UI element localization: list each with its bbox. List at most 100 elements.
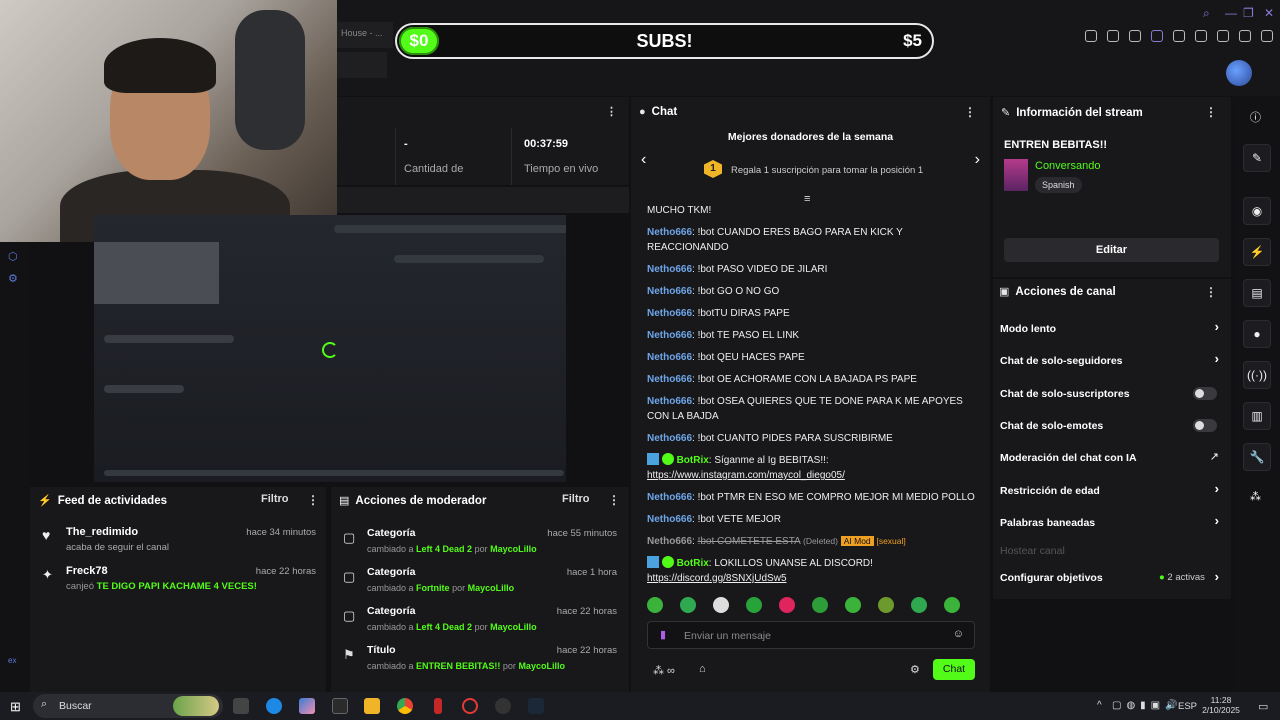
emote-icon[interactable]	[878, 597, 894, 613]
opera-icon[interactable]	[462, 698, 478, 714]
chat-username[interactable]: Netho666	[647, 396, 692, 407]
epic-games-icon[interactable]	[332, 698, 348, 714]
broadcast-icon[interactable]: ((·))	[1243, 361, 1271, 389]
chevron-right-icon[interactable]: ›	[1215, 351, 1219, 366]
zoom-icon[interactable]	[1085, 30, 1097, 42]
camera-icon[interactable]: ◉	[1243, 197, 1271, 225]
shield-icon[interactable]	[1151, 30, 1163, 42]
chat-username[interactable]: Netho666	[647, 374, 692, 385]
send-chat-button[interactable]: Chat	[933, 659, 975, 680]
edit-icon[interactable]: ✎	[1243, 144, 1271, 172]
heart-icon[interactable]	[1195, 30, 1207, 42]
language-indicator[interactable]: ESP	[1178, 701, 1197, 712]
channel-action-row[interactable]: Moderación del chat con IA ↗	[993, 450, 1231, 474]
chevron-right-icon[interactable]: ›	[1215, 481, 1219, 496]
mod-filter-button[interactable]: Filtro	[562, 493, 590, 505]
download-icon[interactable]	[1261, 30, 1273, 42]
chat-username[interactable]: Netho666	[647, 264, 692, 275]
mic-icon[interactable]: ▮	[660, 628, 666, 641]
netflix-icon[interactable]	[434, 698, 442, 714]
chat-input[interactable]: ▮ Enviar un mensaje ☺	[647, 621, 975, 649]
edge-icon[interactable]	[266, 698, 282, 714]
channel-action-row[interactable]: Chat de solo-suscriptores	[993, 386, 1231, 410]
channel-action-row[interactable]: Chat de solo-emotes	[993, 418, 1231, 442]
chevron-left-icon[interactable]: ‹	[641, 151, 646, 169]
chevron-right-icon[interactable]: ›	[975, 151, 980, 169]
copilot-icon[interactable]	[299, 698, 315, 714]
wrench-icon[interactable]: 🔧	[1243, 443, 1271, 471]
search-icon[interactable]: ⌕	[1203, 6, 1210, 21]
stream-category[interactable]: Conversando	[1035, 160, 1100, 172]
chat-username[interactable]: Netho666	[647, 227, 692, 238]
external-link-icon[interactable]: ↗	[1210, 450, 1219, 463]
emoji-icon[interactable]: ☺	[953, 628, 964, 640]
chrome-icon[interactable]	[397, 698, 413, 714]
goals-button[interactable]: Configurar objetivos	[1000, 572, 1103, 584]
chevron-right-icon[interactable]: ›	[1215, 513, 1219, 528]
chat-username[interactable]: Netho666	[647, 433, 692, 444]
more-options-icon[interactable]: ⋮	[307, 493, 319, 507]
chat-username[interactable]: Netho666	[647, 330, 692, 341]
clock[interactable]: 11:28 2/10/2025	[1202, 695, 1240, 715]
edit-button[interactable]: Editar	[1004, 238, 1219, 262]
channel-action-row[interactable]: Modo lento ›	[993, 319, 1231, 345]
emote-icon[interactable]	[680, 597, 696, 613]
close-icon[interactable]: ✕	[1264, 6, 1274, 20]
kick-icon[interactable]: ⁂	[1250, 490, 1261, 503]
chevron-right-icon[interactable]: ›	[1215, 319, 1219, 334]
emote-icon[interactable]	[779, 597, 795, 613]
chevron-right-icon[interactable]: ›	[1215, 569, 1219, 584]
feed-filter-button[interactable]: Filtro	[261, 493, 289, 505]
lightning-icon[interactable]: ⚡	[1243, 238, 1271, 266]
more-options-icon[interactable]: ⋮	[964, 105, 976, 119]
kick-logo-icon[interactable]: ⬡	[8, 250, 18, 263]
extension-icon[interactable]: ex	[8, 656, 16, 665]
emote-icon[interactable]	[812, 597, 828, 613]
more-options-icon[interactable]: ⋮	[1205, 105, 1217, 119]
document-icon[interactable]: ▤	[1243, 279, 1271, 307]
steam-icon[interactable]	[528, 698, 544, 714]
minimize-icon[interactable]: —	[1225, 6, 1237, 20]
restore-icon[interactable]: ❐	[1243, 6, 1254, 20]
chat-username[interactable]: BotRix	[677, 558, 709, 569]
pin-icon[interactable]	[1107, 30, 1119, 42]
chat-link[interactable]: https://discord.gg/8SNXjUdSw5	[647, 573, 787, 584]
extensions-icon[interactable]	[1217, 30, 1229, 42]
feed-user[interactable]: Freck78	[66, 565, 108, 577]
browser-tab[interactable]: House - ...	[337, 22, 393, 48]
emote-icon[interactable]	[845, 597, 861, 613]
settings-icon[interactable]: ⚙	[8, 272, 18, 285]
channel-action-row[interactable]: Palabras baneadas ›	[993, 513, 1231, 539]
channel-action-row[interactable]: Chat de solo-seguidores ›	[993, 351, 1231, 377]
notification-icon[interactable]: ▭	[1258, 700, 1268, 713]
share-icon[interactable]	[1239, 30, 1251, 42]
gift-icon[interactable]: ⌂	[699, 663, 706, 675]
emote-icon[interactable]	[647, 597, 663, 613]
obs-icon[interactable]	[495, 698, 511, 714]
windows-start-icon[interactable]: ⊞	[10, 699, 21, 715]
system-tray-icons[interactable]: ▢◍▮▣🔊	[1112, 700, 1183, 711]
tray-chevron-icon[interactable]: ^	[1097, 700, 1102, 711]
more-options-icon[interactable]: ⋮	[608, 493, 620, 507]
chat-username[interactable]: Netho666	[647, 492, 692, 503]
emote-icon[interactable]	[911, 597, 927, 613]
layout-icon[interactable]: ▥	[1243, 402, 1271, 430]
chat-link[interactable]: https://www.instagram.com/maycol_diego05…	[647, 470, 845, 481]
crop-icon[interactable]	[1129, 30, 1141, 42]
toggle-switch[interactable]	[1193, 386, 1217, 400]
kick-coin-icon[interactable]: ⁂ ∞	[653, 664, 675, 677]
avatar[interactable]	[1226, 60, 1252, 86]
info-icon[interactable]: ⓘ	[1250, 109, 1261, 125]
toggle-switch[interactable]	[1193, 418, 1217, 432]
task-view-icon[interactable]	[233, 698, 249, 714]
chat-username[interactable]: Netho666	[647, 286, 692, 297]
chat-username[interactable]: Netho666	[647, 352, 692, 363]
settings-icon[interactable]: ⚙	[910, 663, 920, 676]
chat-username[interactable]: BotRix	[677, 455, 709, 466]
feed-user[interactable]: The_redimido	[66, 526, 138, 538]
taskbar-search[interactable]: ⌕ Buscar	[33, 694, 223, 718]
emote-icon[interactable]	[713, 597, 729, 613]
emote-icon[interactable]	[944, 597, 960, 613]
chat-bubble-icon[interactable]: ●	[1243, 320, 1271, 348]
chat-username[interactable]: Netho666	[647, 536, 692, 547]
